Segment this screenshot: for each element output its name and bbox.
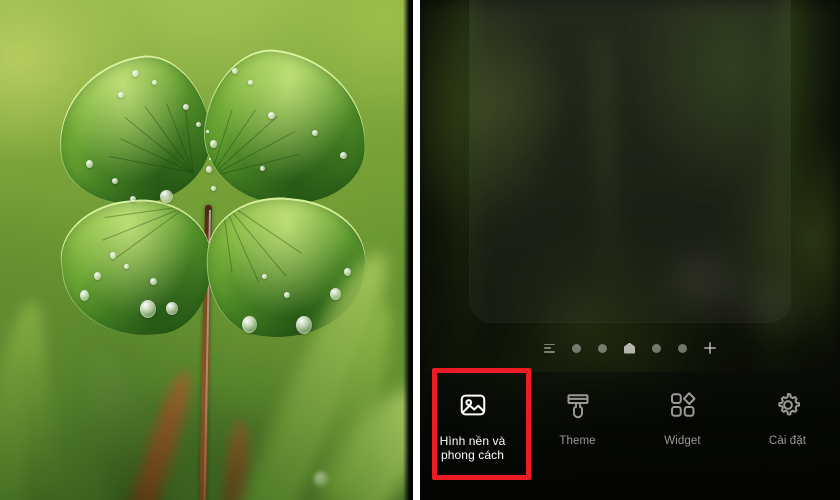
action-label: Hình nền và phong cách [439,434,506,462]
dew-drop [260,166,265,171]
dew-drop [118,92,124,98]
wallpaper-action-bar: Hình nền và phong cách Theme Widget Cài … [420,368,840,500]
action-label: Widget [664,435,701,447]
dew-drop [312,130,318,136]
page-indicator [420,338,840,358]
dew-drop [330,288,341,300]
dew-drop [140,300,156,318]
dew-drop [132,70,139,77]
action-settings[interactable]: Cài đặt [735,372,840,448]
image-icon [458,390,488,420]
phone-screenshot: Hình nền và phong cách Theme Widget Cài … [420,0,840,500]
dew-drop [94,272,101,280]
page-dot[interactable] [598,343,607,353]
dew-drop [86,160,93,168]
home-page-dot-icon[interactable] [624,342,635,354]
dew-drop [262,274,267,279]
dew-drop [196,122,201,127]
dew-drop [210,140,217,148]
dew-drop [112,178,118,184]
gear-icon [773,390,803,420]
dew-drop [248,80,253,85]
dew-drop [160,190,173,203]
dew-drop [152,80,157,85]
home-screen-preview-card[interactable] [470,0,790,322]
highlight-spark [209,158,211,160]
action-wallpaper-and-style[interactable]: Hình nền và phong cách [420,368,531,480]
action-widget[interactable]: Widget [630,372,735,448]
pages-list-icon[interactable] [544,343,555,353]
dew-drop [314,472,328,486]
page-dot[interactable] [678,343,687,353]
dew-drop [166,302,178,315]
dew-drop [211,186,216,191]
widget-grid-icon [668,390,698,420]
screenshot-root: Hình nền và phong cách Theme Widget Cài … [0,0,840,500]
dew-drop [206,166,212,173]
clover-photo [0,0,413,500]
dew-drop [268,112,275,119]
paintbrush-icon [563,390,593,420]
dew-drop [124,264,129,269]
red-highlight-box [432,368,531,480]
action-theme[interactable]: Theme [525,372,630,448]
action-label: Theme [559,435,596,447]
panel-divider [413,0,420,500]
page-dot[interactable] [652,343,661,353]
add-page-icon[interactable] [704,342,716,354]
dew-drop [340,152,347,159]
dew-drop [150,278,157,285]
photo-edge-vignette [403,0,413,500]
page-dot[interactable] [572,343,581,353]
dew-drop [232,68,238,74]
action-label: Cài đặt [768,435,807,447]
dew-drop [296,316,312,334]
dew-drop [130,196,136,202]
dew-drop [242,316,257,333]
dew-drop [80,290,89,301]
dew-drop [344,268,351,276]
highlight-spark [206,130,209,133]
dew-drop [284,292,290,298]
dew-drop [110,252,116,259]
dew-drop [183,104,189,110]
